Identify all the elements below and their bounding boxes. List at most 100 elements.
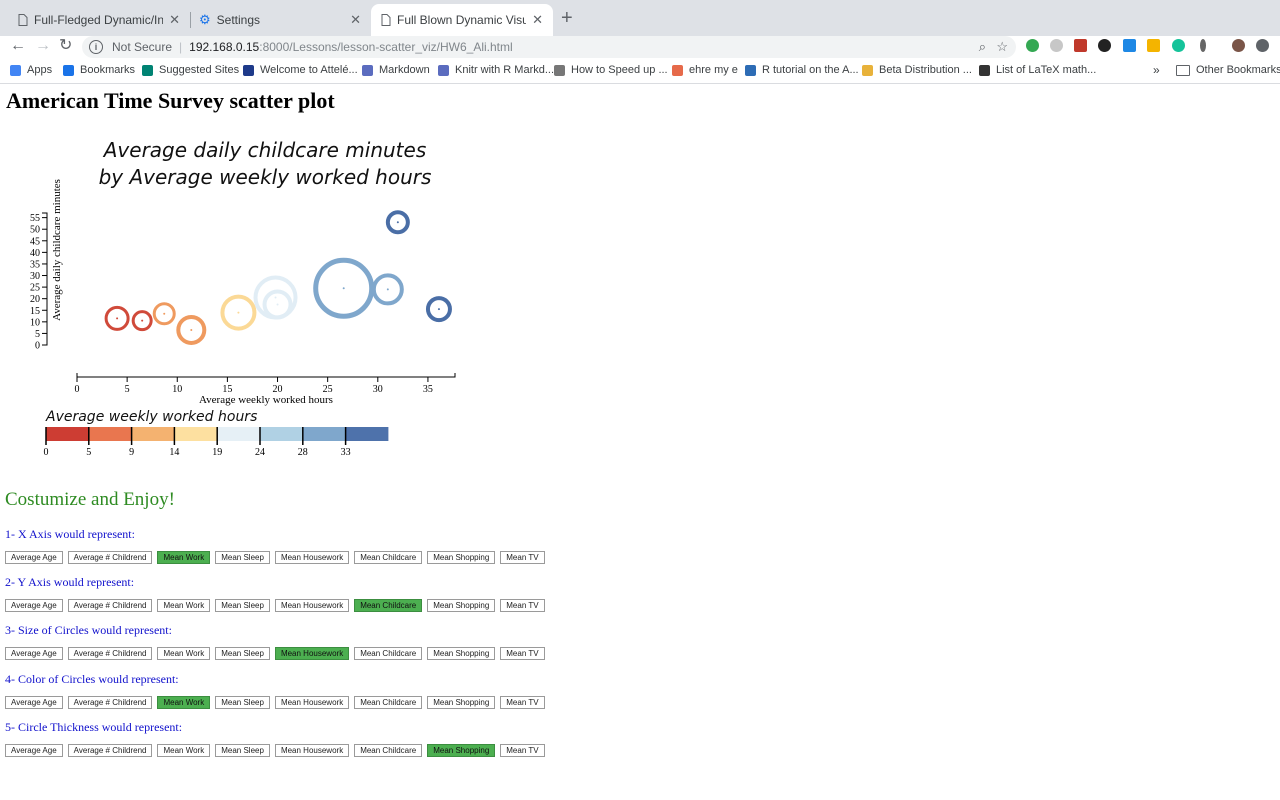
option-button[interactable]: Average Age [5, 647, 63, 660]
option-button[interactable]: Mean Housework [274, 599, 350, 612]
bookmarks-overflow-icon[interactable]: » [1153, 63, 1160, 77]
tab-strip: Full-Fledged Dynamic/Interactive ✕ ⚙ Set… [0, 0, 1280, 36]
option-button[interactable]: Mean Work [157, 551, 211, 564]
y-tick-label: 10 [30, 317, 40, 328]
zoom-search-icon[interactable]: ⌕ [979, 39, 986, 55]
bookmark-item[interactable]: List of LaTeX math... [979, 64, 1096, 76]
option-button[interactable]: Mean Sleep [215, 599, 270, 612]
option-button[interactable]: Mean Shopping [427, 647, 496, 660]
option-button[interactable]: Mean Sleep [215, 696, 270, 709]
info-icon[interactable]: i [89, 40, 103, 54]
option-button[interactable]: Mean Shopping [427, 744, 496, 757]
x-axis-line [76, 373, 456, 378]
forward-arrow-icon[interactable]: → [35, 37, 51, 55]
option-button[interactable]: Mean Housework [274, 744, 350, 757]
option-button[interactable]: Average # Childrend [67, 599, 153, 612]
bookmark-item[interactable]: Apps [10, 64, 52, 76]
tab-title: Full-Fledged Dynamic/Interactive [34, 13, 164, 27]
option-button[interactable]: Mean Sleep [215, 647, 270, 660]
bookmark-star-icon[interactable]: ☆ [996, 39, 1008, 55]
option-button-row: Average Age Average # Childrend Mean Work M… [5, 551, 550, 564]
legend-tick-label: 9 [129, 447, 134, 458]
back-arrow-icon[interactable]: ← [10, 37, 26, 55]
close-icon[interactable]: ✕ [350, 12, 361, 28]
bookmark-item[interactable]: Beta Distribution ... [862, 64, 972, 76]
extension-chrome-icon[interactable] [1147, 39, 1160, 52]
option-button[interactable]: Mean Work [157, 696, 211, 709]
control-label: 1- X Axis would represent: [5, 527, 135, 541]
extension-shield-icon[interactable] [1098, 39, 1111, 52]
option-button[interactable]: Mean Sleep [215, 744, 270, 757]
bookmark-label: Apps [27, 64, 53, 76]
option-button[interactable]: Average Age [5, 744, 63, 757]
y-tick-label: 45 [30, 236, 40, 247]
y-tick-label: 25 [30, 283, 40, 294]
bookmark-item[interactable]: R tutorial on the A... [745, 64, 859, 76]
option-button[interactable]: Average # Childrend [67, 744, 153, 757]
option-button[interactable]: Average # Childrend [67, 647, 153, 660]
grammarly-icon[interactable] [1172, 39, 1185, 52]
bookmark-item[interactable]: Knitr with R Markd... [438, 64, 554, 76]
other-bookmarks[interactable]: Other Bookmarks [1176, 64, 1280, 76]
url-host: 192.168.0.15 [189, 40, 260, 54]
option-button[interactable]: Mean TV [500, 696, 545, 709]
bookmark-item[interactable]: How to Speed up ... [554, 64, 668, 76]
option-button[interactable]: Mean Housework [274, 551, 350, 564]
option-button[interactable]: Mean Shopping [427, 696, 496, 709]
extension-red-icon[interactable] [1074, 39, 1087, 52]
option-button[interactable]: Average Age [5, 599, 63, 612]
address-bar[interactable]: i Not Secure | 192.168.0.15 :8000/Lesson… [82, 36, 1016, 58]
option-button[interactable]: Mean Shopping [427, 599, 496, 612]
option-button[interactable]: Mean Childcare [354, 696, 423, 709]
legend-swatch [131, 427, 175, 441]
option-button[interactable]: Mean Housework [274, 647, 350, 660]
gear-icon: ⚙ [199, 12, 211, 27]
customize-heading: Costumize and Enjoy! [5, 489, 175, 510]
tab-full-blown[interactable]: Full Blown Dynamic Visualization ✕ [371, 4, 553, 36]
option-button[interactable]: Mean Work [157, 647, 211, 660]
bookmark-item[interactable]: Markdown [362, 64, 430, 76]
tab-title: Settings [216, 13, 261, 27]
option-button[interactable]: Mean Work [157, 744, 211, 757]
option-button[interactable]: Mean Work [157, 599, 211, 612]
option-button[interactable]: Average Age [5, 696, 63, 709]
bookmark-item[interactable]: Welcome to Attelé... [243, 64, 358, 76]
tab-title: Full Blown Dynamic Visualization [397, 13, 527, 27]
option-button[interactable]: Mean TV [500, 744, 545, 757]
legend-title: Average weekly worked hours [45, 409, 257, 425]
new-tab-button[interactable]: + [561, 8, 573, 28]
extension-green-icon[interactable] [1026, 39, 1039, 52]
bookmark-item[interactable]: ehre my e [672, 64, 738, 76]
tab-settings[interactable]: ⚙ Settings ✕ [189, 4, 371, 36]
option-button[interactable]: Mean TV [500, 647, 545, 660]
y-tick-label: 20 [30, 294, 40, 305]
option-button[interactable]: Mean Childcare [354, 599, 423, 612]
option-button[interactable]: Average # Childrend [67, 551, 153, 564]
y-tick-label: 0 [35, 341, 40, 352]
bookmark-item[interactable]: Bookmarks [63, 64, 135, 76]
option-button[interactable]: Average Age [5, 551, 63, 564]
option-button[interactable]: Mean TV [500, 599, 545, 612]
shield-icon [745, 64, 756, 76]
data-point-center [386, 288, 389, 291]
close-icon[interactable]: ✕ [532, 12, 543, 28]
extension-pin-icon[interactable] [1200, 39, 1206, 52]
x-axis: 0 5 10 15 20 25 30 35 [75, 373, 456, 395]
dropbox-icon[interactable] [1123, 39, 1136, 52]
option-button[interactable]: Mean Housework [274, 696, 350, 709]
tab-full-fledged[interactable]: Full-Fledged Dynamic/Interactive ✕ [8, 4, 190, 36]
menu-icon[interactable] [1256, 39, 1269, 52]
reload-icon[interactable]: ↻ [59, 37, 72, 55]
close-icon[interactable]: ✕ [169, 12, 180, 28]
option-button[interactable]: Mean Childcare [354, 647, 423, 660]
profile-avatar[interactable] [1232, 39, 1245, 52]
option-button[interactable]: Mean Shopping [427, 551, 496, 564]
option-button[interactable]: Average # Childrend [67, 696, 153, 709]
bookmark-item[interactable]: Suggested Sites [142, 64, 239, 76]
extension-grey-icon[interactable] [1050, 39, 1063, 52]
option-button[interactable]: Mean Sleep [215, 551, 270, 564]
option-button[interactable]: Mean Childcare [354, 551, 423, 564]
option-button[interactable]: Mean TV [500, 551, 545, 564]
option-button[interactable]: Mean Childcare [354, 744, 423, 757]
y-tick-label: 50 [30, 225, 40, 236]
